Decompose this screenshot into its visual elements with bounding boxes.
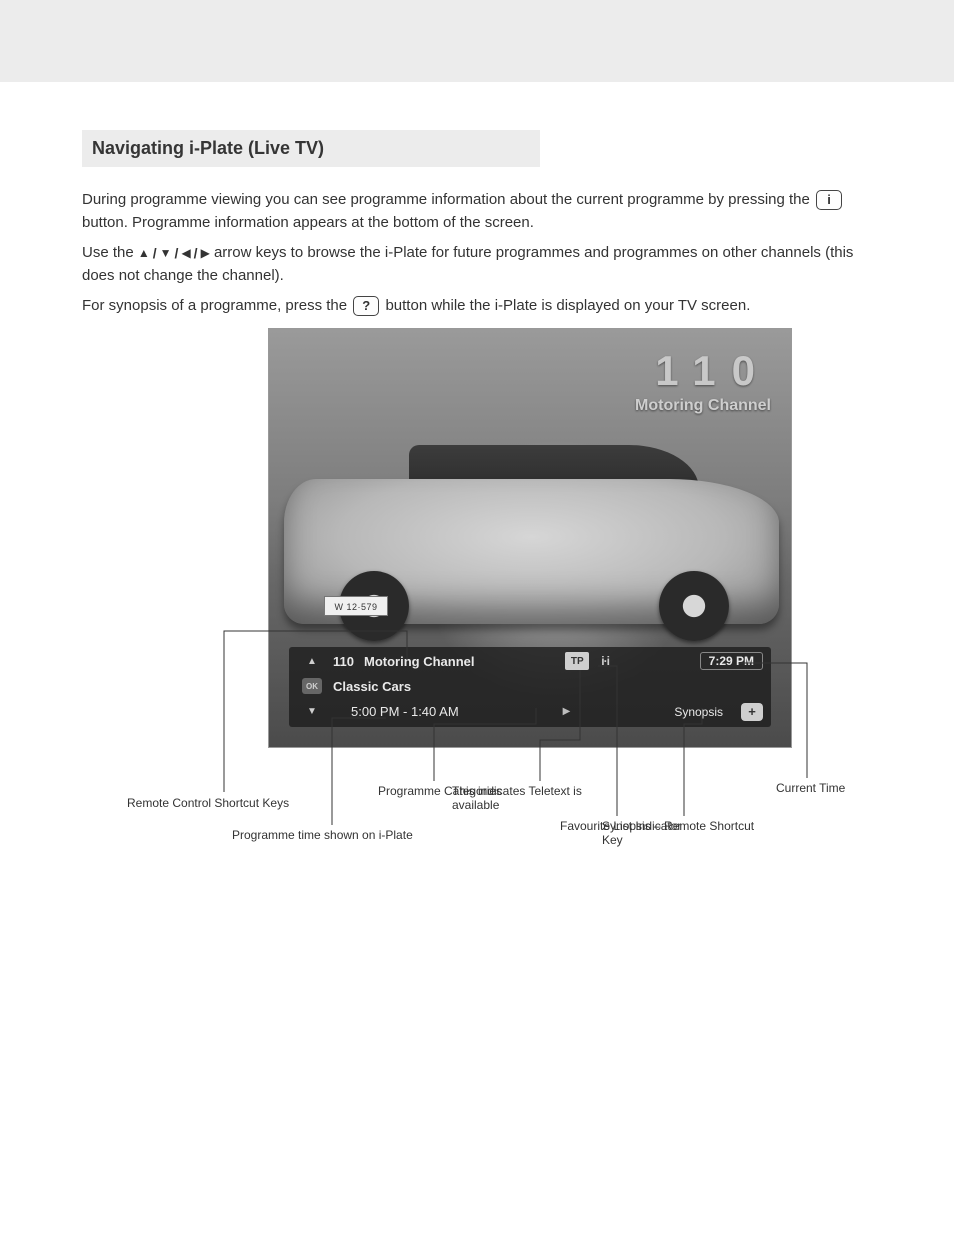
up-triangle-icon: ▲	[138, 244, 150, 262]
down-triangle-icon: ▼	[160, 244, 172, 262]
i-plate-info-bar: ▲ 110 Motoring Channel TP i·i 7:29 PM OK…	[289, 647, 771, 727]
section-heading: Navigating i-Plate (Live TV)	[82, 130, 540, 167]
synopsis-label: Synopsis	[674, 705, 723, 719]
info-row-1: 110 Motoring Channel TP i·i 7:29 PM	[333, 652, 763, 670]
figure: W 12·579 110 Motoring Channel ▲ 110 Moto…	[82, 328, 872, 888]
callout-synopsis-shortcut: Synopsis – Remote Shortcut Key	[602, 819, 772, 847]
plus-button-icon: +	[741, 703, 763, 721]
left-triangle-icon: ◀	[181, 244, 190, 262]
programme-time-range: 5:00 PM - 1:40 AM	[351, 704, 459, 719]
channel-number-large: 110	[635, 347, 771, 395]
down-arrow-icon: ▼	[297, 706, 327, 717]
paragraph-3: For synopsis of a programme, press the ?…	[82, 295, 872, 318]
tp-badge: TP	[565, 652, 589, 670]
channel-name-large: Motoring Channel	[635, 397, 771, 415]
callout-teletext: This indicates Teletext is available	[452, 784, 622, 812]
bar-channel-name: Motoring Channel	[364, 654, 475, 669]
p3-pre: For synopsis of a programme, press the	[82, 297, 351, 314]
page-top-bar	[0, 0, 954, 82]
p1-pre: During programme viewing you can see pro…	[82, 191, 814, 208]
play-triangle-icon: ▶	[563, 706, 571, 717]
car-plate: W 12·579	[324, 596, 388, 616]
channel-badge: 110 Motoring Channel	[635, 347, 771, 415]
clock-time: 7:29 PM	[700, 652, 763, 670]
up-arrow-icon: ▲	[297, 656, 327, 667]
right-triangle-icon: ▶	[201, 244, 210, 262]
question-button-icon: ?	[353, 296, 379, 316]
car-wheel-right	[659, 571, 729, 641]
programme-title: Classic Cars	[333, 679, 763, 694]
info-row-3: 5:00 PM - 1:40 AM ▶ Synopsis +	[333, 703, 763, 721]
paragraph-1: During programme viewing you can see pro…	[82, 189, 872, 234]
arrow-keys-icon: ▲/ ▼/ ◀/ ▶	[138, 243, 210, 264]
paragraph-2: Use the ▲/ ▼/ ◀/ ▶ arrow keys to browse …	[82, 242, 872, 287]
callout-current-time: Current Time	[776, 781, 845, 795]
teletext-icon: i·i	[601, 654, 609, 668]
tv-screenshot: W 12·579 110 Motoring Channel ▲ 110 Moto…	[268, 328, 792, 748]
page-body: Navigating i-Plate (Live TV) During prog…	[0, 82, 954, 1255]
ok-button-icon: OK	[302, 678, 322, 694]
callout-time-shown: Programme time shown on i-Plate	[232, 828, 413, 842]
callout-remote-shortcuts: Remote Control Shortcut Keys	[127, 796, 289, 810]
p3-post: button while the i-Plate is displayed on…	[385, 297, 750, 314]
bar-channel-number: 110	[333, 654, 354, 669]
p2-pre: Use the	[82, 244, 138, 261]
p1-post: button. Programme information appears at…	[82, 214, 534, 231]
i-button-icon: i	[816, 190, 842, 210]
content-region: Navigating i-Plate (Live TV) During prog…	[0, 82, 954, 888]
